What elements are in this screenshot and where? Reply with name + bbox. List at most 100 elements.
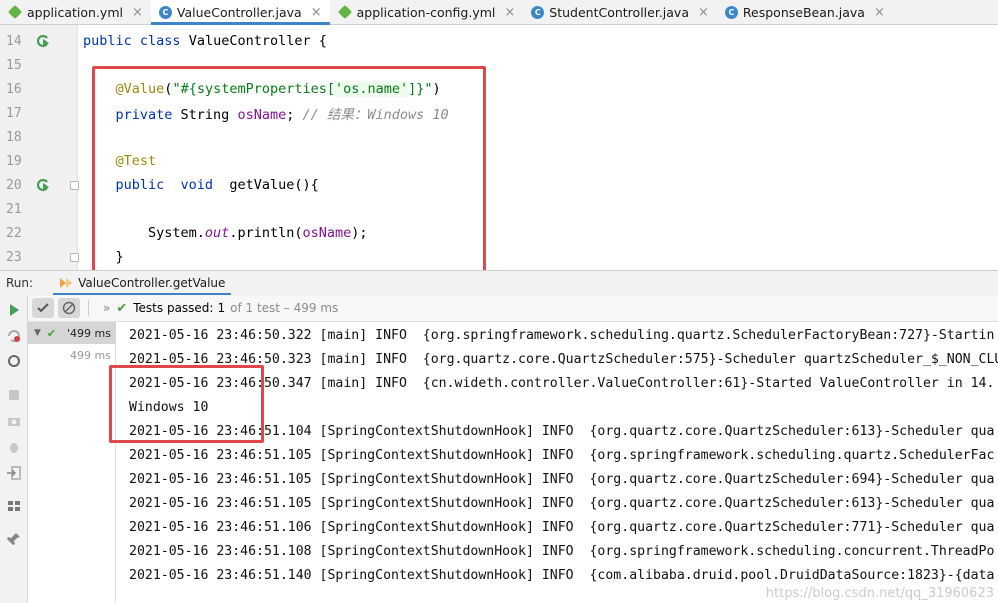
camera-icon[interactable] <box>6 413 22 429</box>
tab-studentcontroller-java[interactable]: C StudentController.java × <box>523 0 717 24</box>
code-line[interactable]: 20 public void getValue(){ <box>0 173 998 197</box>
code-text: @Value("#{systemProperties['os.name']}") <box>83 81 441 97</box>
close-icon[interactable]: × <box>874 5 885 20</box>
code-line[interactable]: 21 <box>0 197 998 221</box>
tab-label: StudentController.java <box>549 4 689 20</box>
console-line: 2021-05-16 23:46:50.323 [main] INFO {org… <box>129 351 998 367</box>
run-tool-window-header: Run: ValueController.getValue <box>0 270 998 296</box>
console-line: 2021-05-16 23:46:51.140 [SpringContextSh… <box>129 567 995 583</box>
console-line: 2021-05-16 23:46:51.104 [SpringContextSh… <box>129 423 995 439</box>
run-side-toolbar <box>0 295 28 603</box>
yml-file-icon <box>7 4 23 20</box>
code-line[interactable]: 19 @Test <box>0 149 998 173</box>
line-number: 20 <box>6 177 22 193</box>
console-line: 2021-05-16 23:46:51.105 [SpringContextSh… <box>129 471 995 487</box>
console-output[interactable]: 2021-05-16 23:46:50.322 [main] INFO {org… <box>116 322 998 603</box>
code-text: public class ValueController { <box>83 33 327 49</box>
toggle-auto-test-icon[interactable] <box>6 353 22 369</box>
run-test-gutter-icon[interactable] <box>36 34 50 48</box>
tests-passed-icon: ✔ <box>116 300 128 316</box>
yml-file-icon <box>337 4 352 20</box>
rerun-icon[interactable] <box>6 302 22 318</box>
close-icon[interactable]: × <box>698 5 709 20</box>
tab-label: application-config.yml <box>356 4 496 20</box>
code-text: @Test <box>83 153 157 169</box>
fold-icon[interactable] <box>70 252 79 262</box>
code-line[interactable]: 16 @Value("#{systemProperties['os.name']… <box>0 77 998 101</box>
line-number: 22 <box>6 225 22 241</box>
code-token: out <box>204 225 230 241</box>
line-number: 21 <box>6 201 22 217</box>
rerun-failed-icon[interactable] <box>6 328 22 344</box>
console-line: 2021-05-16 23:46:50.322 [main] INFO {org… <box>129 327 995 343</box>
code-line[interactable]: 23 } <box>0 245 998 269</box>
code-line[interactable]: 18 <box>0 125 998 149</box>
tab-application-yml[interactable]: application.yml × <box>0 0 151 24</box>
pin-icon[interactable] <box>6 531 22 547</box>
tab-responsebean-java[interactable]: C ResponseBean.java × <box>717 0 893 24</box>
code-line[interactable]: 17 private String osName; // 结果：Windows … <box>0 101 998 125</box>
console-line: 2021-05-16 23:46:50.347 [main] INFO {cn.… <box>129 375 995 391</box>
tree-duration: 499 ms <box>70 348 111 362</box>
tab-valuecontroller-java[interactable]: C ValueController.java × <box>150 0 330 25</box>
tab-application-config-yml[interactable]: application-config.yml × <box>330 0 524 24</box>
close-icon[interactable]: × <box>311 5 322 20</box>
code-token: String <box>180 107 238 123</box>
run-label: Run: <box>6 276 34 290</box>
toolbar-separator <box>88 300 89 316</box>
run-test-gutter-icon[interactable] <box>36 178 50 192</box>
fold-icon[interactable] <box>70 180 79 190</box>
line-number: 19 <box>6 153 22 169</box>
tab-label: ValueController.java <box>176 4 302 20</box>
chevron-down-icon[interactable]: ▼ <box>34 328 41 338</box>
test-tree[interactable]: ▼ ✔ '499 ms 499 ms <box>28 322 116 603</box>
code-token: "#{systemProperties[ <box>172 81 335 97</box>
import-tests-icon[interactable] <box>6 465 22 481</box>
tree-row-child[interactable]: 499 ms <box>28 344 116 366</box>
code-token: ; <box>286 107 303 123</box>
run-config-tab[interactable]: ValueController.getValue <box>53 271 232 296</box>
layout-icon[interactable] <box>6 498 22 514</box>
line-number: 16 <box>6 81 22 97</box>
console-line: 2021-05-16 23:46:51.105 [SpringContextSh… <box>129 447 995 463</box>
code-text: public void getValue(){ <box>83 177 319 193</box>
code-token: public <box>83 33 140 49</box>
code-token: ) <box>432 81 441 97</box>
test-results-toolbar: » ✔ Tests passed: 1 of 1 test – 499 ms <box>28 295 998 322</box>
close-icon[interactable]: × <box>132 5 143 20</box>
status-suffix: of 1 test – 499 ms <box>230 301 339 315</box>
line-number: 23 <box>6 249 22 265</box>
debug-icon[interactable] <box>6 439 22 455</box>
console-line: 2021-05-16 23:46:51.106 [SpringContextSh… <box>129 519 995 535</box>
tab-label: application.yml <box>27 4 123 20</box>
line-number: 14 <box>6 33 22 49</box>
code-line[interactable]: 14 public class ValueController { <box>0 29 998 53</box>
passed-icon: ✔ <box>46 326 57 340</box>
watermark: https://blog.csdn.net/qq_31960623 <box>765 586 994 601</box>
code-line[interactable]: 15 <box>0 53 998 77</box>
show-ignored-button[interactable] <box>58 298 80 318</box>
editor-tab-bar: application.yml × C ValueController.java… <box>0 0 998 25</box>
show-passed-button[interactable] <box>32 298 54 318</box>
code-token: ValueController { <box>188 33 327 49</box>
code-token: @Value <box>115 81 165 97</box>
close-icon[interactable]: × <box>504 5 515 20</box>
tree-row-root[interactable]: ▼ ✔ '499 ms <box>28 322 116 344</box>
code-token: private <box>115 107 181 123</box>
more-icon[interactable]: » <box>103 301 110 315</box>
code-token: class <box>139 33 189 49</box>
code-text: } <box>83 249 124 265</box>
stop-icon[interactable] <box>6 387 22 403</box>
tree-duration: '499 ms <box>67 326 111 340</box>
code-line[interactable]: 22 System.out.println(osName); <box>0 221 998 245</box>
check-icon <box>37 303 49 313</box>
line-number: 18 <box>6 129 22 145</box>
code-token: 'os.name' <box>335 81 409 97</box>
code-token: @Test <box>115 153 157 169</box>
code-editor[interactable]: 14 public class ValueController {15 16 @Va… <box>0 25 998 279</box>
ignored-icon <box>62 301 76 315</box>
